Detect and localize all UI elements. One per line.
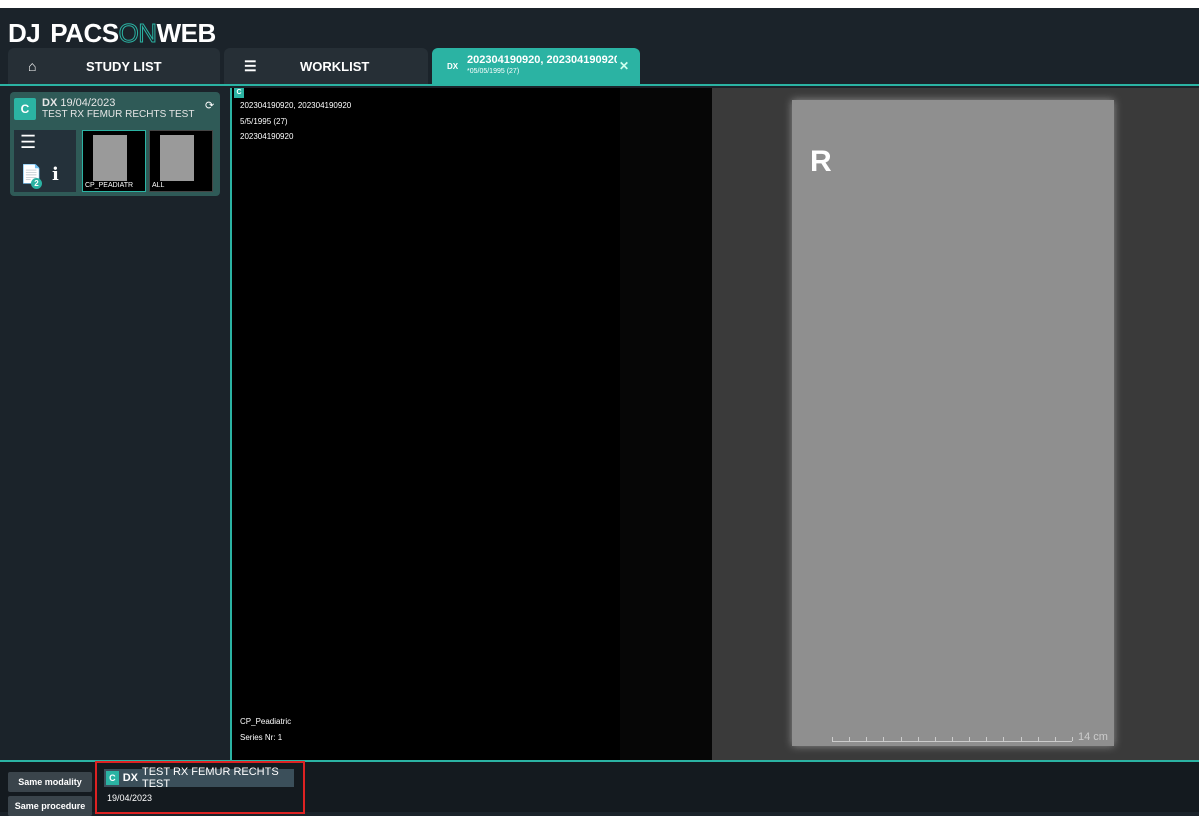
overlay-series-nr: Series Nr: 1 bbox=[240, 733, 283, 742]
related-study-description: TEST RX FEMUR RECHTS TEST bbox=[141, 766, 279, 790]
scale-tick bbox=[900, 737, 902, 741]
scale-tick bbox=[883, 737, 885, 741]
scale-tick bbox=[969, 737, 971, 741]
series-caption: CP_PEADIATR bbox=[85, 182, 134, 189]
overlay-birth-date: 5/5/1995 (27) bbox=[240, 117, 288, 126]
image-viewport[interactable]: R C 202304190920, 202304190920 5/5/1995 … bbox=[230, 88, 1199, 760]
top-border bbox=[0, 0, 1199, 8]
scale-tick bbox=[1054, 737, 1056, 741]
orientation-marker: R bbox=[810, 145, 832, 178]
related-study-card[interactable]: C DX TEST RX FEMUR RECHTS TEST 19/04/202… bbox=[95, 761, 305, 814]
series-preview bbox=[160, 135, 194, 181]
study-date: 19/04/2023 bbox=[60, 97, 116, 109]
scale-tick bbox=[832, 737, 833, 741]
series-thumbnail[interactable]: ALL bbox=[149, 130, 213, 192]
logo-web: WEB bbox=[156, 17, 217, 48]
logo-pacs: PACS bbox=[50, 17, 119, 48]
related-studies-bar: Same modality Same procedure C DX TEST R… bbox=[0, 760, 1199, 816]
status-badge: C bbox=[14, 98, 36, 120]
tab-active-study[interactable]: DX 202304190920, 202304190920 *05/05/199… bbox=[432, 48, 640, 86]
scale-ruler bbox=[832, 732, 1073, 742]
series-thumbnail[interactable]: CP_PEADIATR bbox=[82, 130, 146, 192]
tab-worklist[interactable]: ☰ WORKLIST bbox=[224, 48, 428, 84]
related-study-header: C DX TEST RX FEMUR RECHTS TEST bbox=[104, 766, 294, 790]
scale-tick bbox=[1003, 737, 1005, 741]
home-icon: ⌂ bbox=[28, 58, 37, 74]
status-badge: C bbox=[106, 771, 119, 785]
scale-tick bbox=[1072, 737, 1073, 741]
scale-tick bbox=[866, 737, 868, 741]
tab-patient-birth: *05/05/1995 (27) bbox=[467, 68, 520, 75]
study-card[interactable]: C DX 19/04/2023 TEST RX FEMUR RECHTS TES… bbox=[10, 92, 220, 196]
close-icon[interactable]: ✕ bbox=[619, 59, 629, 73]
overlay-series-desc: CP_Peadiatric bbox=[240, 717, 292, 726]
study-description: TEST RX FEMUR RECHTS TEST bbox=[42, 109, 195, 120]
logo-mark: DJ bbox=[8, 17, 41, 48]
xray-image bbox=[792, 100, 1114, 746]
scale-label: 14 cm bbox=[1078, 731, 1108, 743]
same-modality-button[interactable]: Same modality bbox=[8, 772, 92, 792]
related-study-date: 19/04/2023 bbox=[107, 793, 153, 803]
scale-tick bbox=[849, 737, 851, 741]
scale-tick bbox=[1020, 737, 1022, 741]
related-study-modality: DX bbox=[122, 772, 138, 784]
overlay-patient-id: 202304190920 bbox=[240, 132, 294, 141]
tab-bar: ⌂ STUDY LIST ☰ WORKLIST DX 202304190920,… bbox=[0, 48, 1199, 86]
series-caption: ALL bbox=[152, 182, 165, 189]
report-list-icon[interactable]: ☰ bbox=[20, 132, 36, 153]
list-icon: ☰ bbox=[244, 57, 257, 74]
same-procedure-button[interactable]: Same procedure bbox=[8, 796, 92, 816]
study-actions: ☰ 📄 2 i bbox=[14, 130, 76, 192]
tab-patient-title: 202304190920, 202304190920 bbox=[467, 54, 617, 66]
app-logo: DJ PACS ON WEB bbox=[8, 17, 217, 48]
scale-tick bbox=[934, 737, 936, 741]
refresh-icon[interactable]: ⟳ bbox=[205, 99, 214, 112]
tab-modality: DX bbox=[447, 62, 459, 71]
study-sidebar: C DX 19/04/2023 TEST RX FEMUR RECHTS TES… bbox=[0, 88, 230, 760]
tab-worklist-label: WORKLIST bbox=[300, 58, 370, 74]
scale-tick bbox=[952, 737, 953, 741]
tab-study-list[interactable]: ⌂ STUDY LIST bbox=[8, 48, 220, 84]
documents-count: 2 bbox=[31, 178, 42, 189]
series-preview bbox=[93, 135, 127, 181]
viewport-badge: C bbox=[234, 88, 244, 98]
image-background bbox=[620, 88, 712, 760]
study-header: DX 19/04/2023 bbox=[42, 97, 115, 109]
study-modality: DX bbox=[42, 97, 58, 109]
scale-tick bbox=[1037, 737, 1039, 741]
tab-study-list-label: STUDY LIST bbox=[86, 58, 162, 74]
scale-tick bbox=[917, 737, 919, 741]
scale-tick bbox=[986, 737, 988, 741]
app-header: DJ PACS ON WEB bbox=[0, 8, 1199, 48]
info-icon[interactable]: i bbox=[52, 164, 59, 185]
overlay-patient-name: 202304190920, 202304190920 bbox=[240, 101, 352, 110]
logo-on: ON bbox=[118, 17, 158, 48]
